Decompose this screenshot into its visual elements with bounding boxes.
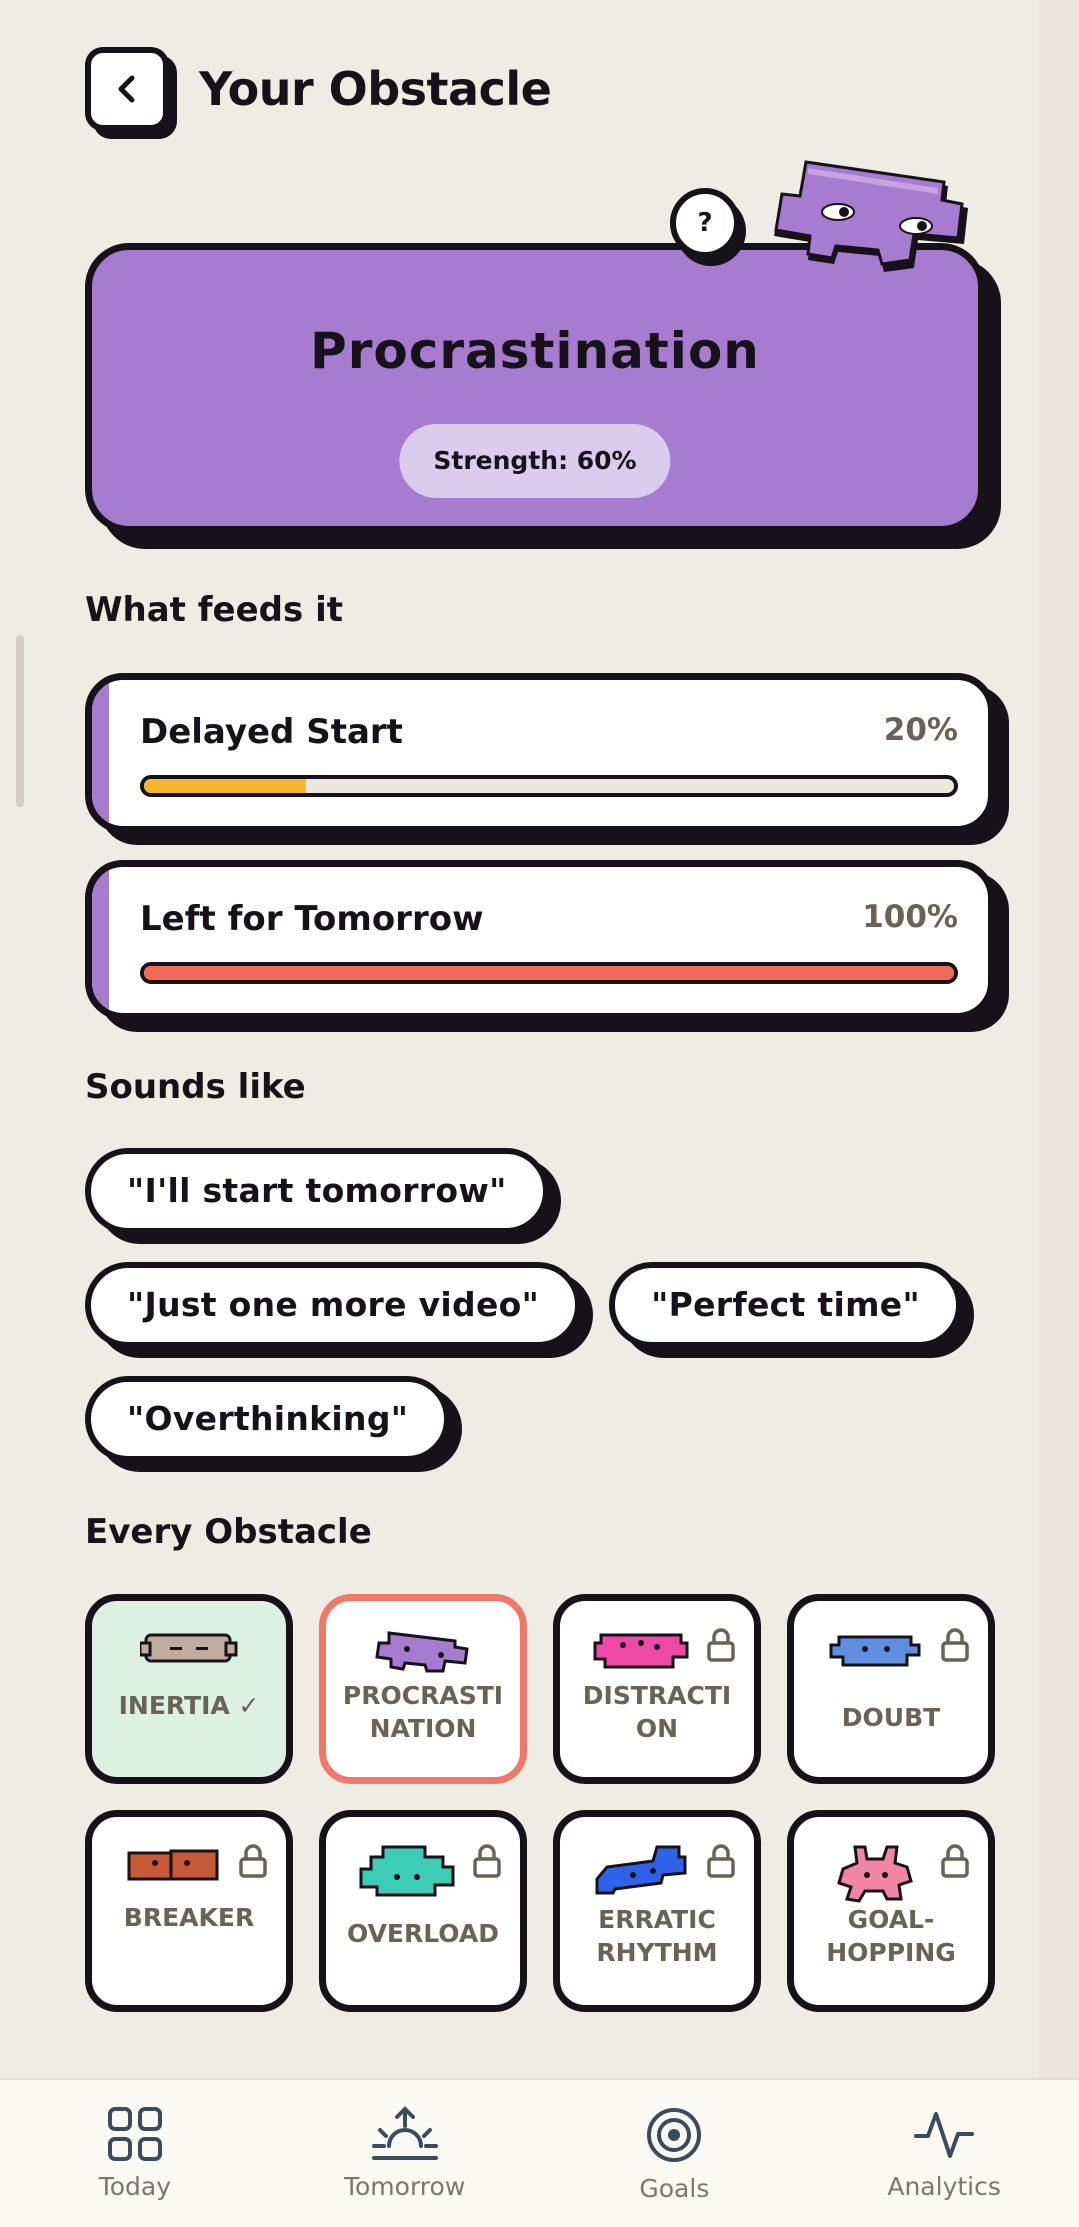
quote-chip[interactable]: "I'll start tomorrow": [85, 1148, 549, 1234]
obstacle-label: OVERLOAD: [347, 1919, 499, 1948]
nav-item-today[interactable]: Today: [0, 2080, 270, 2227]
bottom-navigation: Today Tomorrow Goals Analytics: [0, 2078, 1079, 2227]
nav-label: Analytics: [887, 2172, 1001, 2201]
header: Your Obstacle: [85, 44, 552, 134]
chevron-left-icon: [118, 75, 135, 103]
obstacle-label: BREAKER: [123, 1903, 255, 1932]
right-rail: [1039, 0, 1079, 2078]
nav-item-tomorrow[interactable]: Tomorrow: [270, 2080, 540, 2227]
obstacle-grid: INERTIA ✓ PROCRASTI NATION DISTRACTI ON: [85, 1594, 995, 2012]
obstacle-tile-breaker[interactable]: BREAKER: [85, 1810, 293, 2012]
help-button[interactable]: ?: [670, 188, 740, 258]
feed-label: Delayed Start: [140, 712, 403, 752]
obstacle-label: GOAL- HOPPING: [800, 1903, 982, 1969]
feed-progress-bar: [140, 962, 958, 984]
feed-label: Left for Tomorrow: [140, 899, 484, 939]
nav-label: Today: [98, 2172, 172, 2201]
nav-item-goals[interactable]: Goals: [540, 2080, 810, 2227]
check-icon: ✓: [238, 1691, 260, 1720]
distraction-monster-icon: [593, 1633, 689, 1669]
breaker-monster-icon: [127, 1849, 219, 1881]
doubt-monster-icon: [829, 1635, 921, 1667]
grid-icon: [107, 2107, 162, 2161]
lock-icon: [707, 1844, 735, 1878]
feed-progress-fill: [144, 779, 306, 793]
feeds-section-title: What feeds it: [85, 590, 343, 630]
feed-progress-fill: [144, 966, 954, 980]
target-icon: [647, 2108, 702, 2162]
feed-accent-stripe: [92, 680, 109, 826]
obstacle-tile-overload[interactable]: OVERLOAD: [319, 1810, 527, 2012]
obstacle-label-line: NATION: [369, 1714, 477, 1743]
obstacle-label-line: RHYTHM: [596, 1938, 718, 1967]
scroll-indicator[interactable]: [16, 635, 24, 807]
obstacle-label-text: INERTIA: [118, 1691, 230, 1720]
lock-icon: [707, 1628, 735, 1662]
lock-icon: [473, 1844, 501, 1878]
strength-badge: Strength: 60%: [399, 424, 671, 498]
feed-percentage: 20%: [883, 712, 958, 748]
obstacle-label: DOUBT: [841, 1703, 941, 1732]
lock-icon: [239, 1844, 267, 1878]
activity-icon: [914, 2112, 975, 2158]
obstacle-label: DISTRACTI ON: [566, 1679, 748, 1745]
obstacle-tile-distraction[interactable]: DISTRACTI ON: [553, 1594, 761, 1784]
lock-icon: [941, 1844, 969, 1878]
quote-chip[interactable]: "Perfect time": [609, 1262, 962, 1348]
quote-chip[interactable]: "Overthinking": [85, 1376, 451, 1462]
obstacle-label-line: ERRATIC: [598, 1905, 716, 1934]
obstacle-label: PROCRASTI NATION: [332, 1679, 514, 1745]
nav-label: Goals: [639, 2174, 710, 2203]
question-icon: ?: [697, 208, 713, 238]
obstacle-name: Procrastination: [310, 322, 760, 380]
erratic-rhythm-monster-icon: [595, 1845, 687, 1895]
obstacle-label-line: PROCRASTI: [342, 1681, 504, 1710]
feed-progress-bar: [140, 775, 958, 797]
obstacle-hero-card: Procrastination Strength: 60%: [85, 243, 985, 533]
obstacle-label-line: HOPPING: [826, 1938, 956, 1967]
obstacle-tile-inertia[interactable]: INERTIA ✓: [85, 1594, 293, 1784]
obstacle-tile-goal-hopping[interactable]: GOAL- HOPPING: [787, 1810, 995, 2012]
nav-item-analytics[interactable]: Analytics: [809, 2080, 1079, 2227]
obstacles-section-title: Every Obstacle: [85, 1512, 372, 1552]
obstacle-tile-procrastination[interactable]: PROCRASTI NATION: [319, 1594, 527, 1784]
goal-hopping-monster-icon: [837, 1845, 914, 1903]
inertia-monster-icon: [140, 1633, 238, 1663]
procrastination-monster-icon: [774, 160, 968, 272]
feed-card-left-for-tomorrow: Left for Tomorrow 100%: [85, 860, 995, 1020]
overload-monster-icon: [359, 1845, 455, 1897]
obstacle-tile-doubt[interactable]: DOUBT: [787, 1594, 995, 1784]
procrastination-monster-icon: [375, 1631, 469, 1673]
sounds-like-chips: "I'll start tomorrow" "Just one more vid…: [85, 1148, 965, 1490]
obstacle-label-line: ON: [635, 1714, 679, 1743]
lock-icon: [941, 1628, 969, 1662]
quote-chip[interactable]: "Just one more video": [85, 1262, 582, 1348]
obstacle-label: INERTIA ✓: [98, 1689, 280, 1722]
nav-label: Tomorrow: [343, 2172, 466, 2201]
feed-accent-stripe: [92, 867, 109, 1013]
feed-card-delayed-start: Delayed Start 20%: [85, 673, 995, 833]
back-button[interactable]: [85, 47, 169, 131]
obstacle-label-line: DISTRACTI: [582, 1681, 732, 1710]
sounds-section-title: Sounds like: [85, 1067, 306, 1107]
obstacle-label: ERRATIC RHYTHM: [566, 1903, 748, 1969]
page-title: Your Obstacle: [199, 62, 552, 116]
sunrise-icon: [371, 2106, 438, 2160]
obstacle-tile-erratic-rhythm[interactable]: ERRATIC RHYTHM: [553, 1810, 761, 2012]
obstacle-label-line: GOAL-: [847, 1905, 935, 1934]
feed-percentage: 100%: [862, 899, 958, 935]
